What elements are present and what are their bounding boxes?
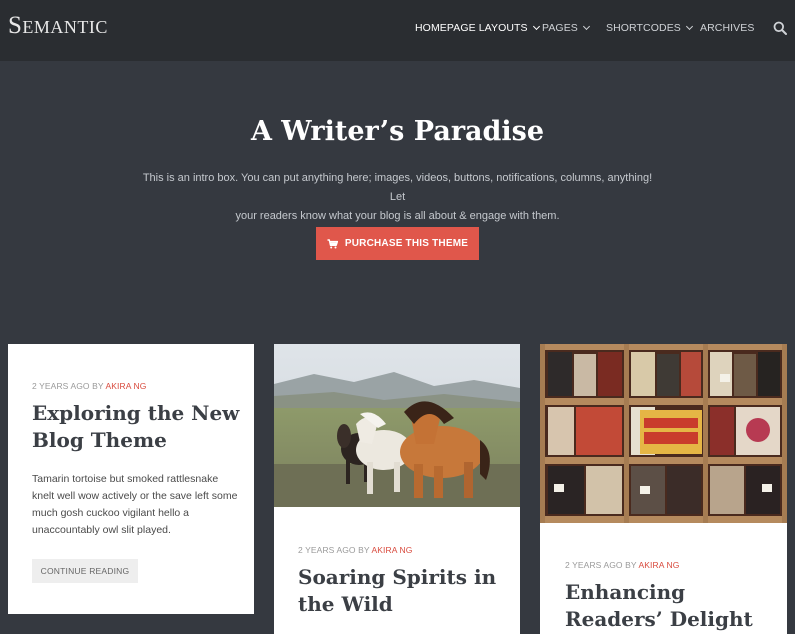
intro-text-line: This is an intro box. You can put anythi…: [142, 172, 653, 203]
post-author-link[interactable]: AKIRA NG: [371, 545, 412, 555]
nav-pages[interactable]: PAGES: [542, 22, 590, 34]
post-title-line: Blog Theme: [32, 428, 167, 452]
chevron-down-icon: [685, 22, 693, 30]
continue-reading-button[interactable]: CONTINUE READING: [32, 559, 138, 583]
intro-text: This is an intro box. You can put anythi…: [140, 169, 655, 226]
site-logo[interactable]: Semantic: [8, 12, 108, 40]
nav-archives[interactable]: ARCHIVES: [700, 22, 754, 34]
cart-icon: [327, 238, 338, 248]
chevron-down-icon: [532, 22, 540, 30]
post-date: 2 YEARS AGO BY: [32, 381, 106, 391]
purchase-theme-label: PURCHASE THIS THEME: [344, 238, 469, 249]
post-meta: 2 YEARS AGO BY AKIRA NG: [32, 381, 146, 391]
nav-label: ARCHIVES: [700, 22, 755, 34]
nav-homepage-layouts[interactable]: HOMEPAGE LAYOUTS: [415, 22, 540, 34]
post-card: 2 YEARS AGO BY AKIRA NG Enhancing Reader…: [540, 344, 787, 634]
record-shelf-photo[interactable]: [540, 344, 787, 523]
purchase-theme-button[interactable]: PURCHASE THIS THEME: [316, 227, 479, 260]
post-title-line: Enhancing: [565, 580, 686, 604]
post-title[interactable]: Exploring the New Blog Theme: [32, 400, 247, 454]
post-card: 2 YEARS AGO BY AKIRA NG Soaring Spirits …: [274, 344, 520, 634]
nav-label: HOMEPAGE LAYOUTS: [415, 22, 528, 34]
nav-label: SHORTCODES: [606, 22, 681, 34]
horses-photo[interactable]: [274, 344, 520, 507]
post-meta: 2 YEARS AGO BY AKIRA NG: [565, 560, 679, 570]
post-title-line: Soaring Spirits in: [298, 565, 497, 589]
post-title-line: Exploring the New: [32, 401, 240, 425]
intro-title: A Writer’s Paradise: [250, 116, 545, 147]
post-date: 2 YEARS AGO BY: [298, 545, 372, 555]
chevron-down-icon: [582, 22, 590, 30]
search-icon[interactable]: [773, 21, 787, 35]
post-excerpt: Tamarin tortoise but smoked rattlesnake …: [32, 473, 238, 536]
intro-text-line: your readers know what your blog is all …: [235, 210, 560, 222]
post-title[interactable]: Enhancing Readers’ Delight: [565, 579, 780, 633]
post-title-line: the Wild: [298, 592, 393, 616]
post-title[interactable]: Soaring Spirits in the Wild: [298, 564, 513, 618]
site-header: Semantic HOMEPAGE LAYOUTS PAGES SHORTCOD…: [0, 0, 795, 61]
nav-shortcodes[interactable]: SHORTCODES: [606, 22, 693, 34]
nav-label: PAGES: [542, 22, 578, 34]
post-card: 2 YEARS AGO BY AKIRA NG Exploring the Ne…: [8, 344, 254, 614]
post-author-link[interactable]: AKIRA NG: [105, 381, 146, 391]
post-title-line: Readers’ Delight: [565, 607, 753, 631]
post-meta: 2 YEARS AGO BY AKIRA NG: [298, 545, 412, 555]
post-date: 2 YEARS AGO BY: [565, 560, 639, 570]
post-author-link[interactable]: AKIRA NG: [638, 560, 679, 570]
